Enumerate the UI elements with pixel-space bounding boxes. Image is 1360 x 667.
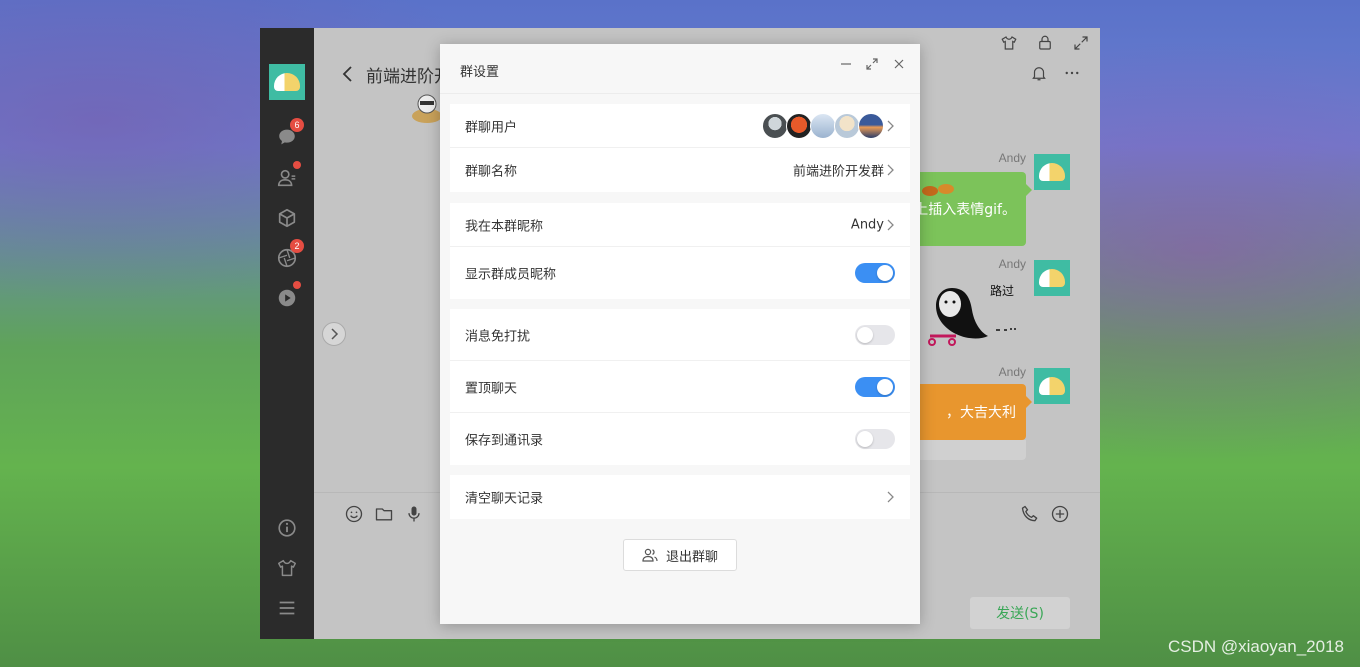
fullscreen-icon[interactable] [1072, 34, 1090, 52]
skin-shirt-icon[interactable] [1000, 34, 1018, 52]
nav-menu[interactable] [274, 595, 300, 621]
chevron-right-icon [887, 164, 894, 176]
dialog-header: 群设置 [440, 44, 920, 94]
chevron-right-icon [887, 491, 894, 503]
settings-group-chat: 消息免打扰 置顶聊天 保存到通讯录 [450, 309, 910, 465]
nav-skin[interactable] [274, 555, 300, 581]
mute-toggle[interactable] [855, 324, 895, 345]
member-avatars[interactable] [762, 112, 884, 139]
emoji-sticker [412, 94, 442, 123]
clear-history-row[interactable]: 清空聊天记录 [450, 475, 910, 519]
minimize-icon[interactable] [840, 58, 852, 70]
hamburger-menu-icon [279, 601, 295, 615]
pin-label: 置顶聊天 [465, 381, 518, 396]
mute-label: 消息免打扰 [465, 329, 531, 344]
nav-moments[interactable]: 2 [274, 239, 304, 271]
sender-avatar[interactable] [1034, 368, 1070, 404]
sender-avatar[interactable] [1034, 154, 1070, 190]
users-icon [642, 548, 658, 562]
maximize-icon[interactable] [866, 58, 878, 70]
shirt-icon [278, 559, 296, 577]
close-icon[interactable] [893, 58, 905, 70]
save-contacts-label: 保存到通讯录 [465, 433, 544, 449]
send-button[interactable]: 发送(S) [970, 597, 1070, 629]
phone-icon[interactable] [1020, 504, 1040, 524]
group-name-row[interactable]: 群聊名称 前端进阶开发群 [450, 148, 910, 192]
contacts-dot [293, 161, 301, 169]
members-row[interactable]: 群聊用户 [450, 104, 910, 148]
expand-sidebar-button[interactable] [322, 322, 346, 346]
back-arrow-icon[interactable] [340, 64, 354, 84]
sticker-caption: 路过 [989, 284, 1014, 298]
show-nicknames-label: 显示群成员昵称 [465, 267, 557, 283]
folder-icon[interactable] [374, 504, 394, 524]
nav-about[interactable] [274, 515, 300, 541]
emoji-icon[interactable] [344, 504, 364, 524]
chevron-right-icon [331, 328, 339, 340]
sidebar-nav: 6 2 [260, 28, 314, 639]
mute-row: 消息免打扰 [450, 309, 910, 361]
member-avatar[interactable] [858, 112, 884, 139]
nav-chat[interactable]: 6 [274, 118, 304, 150]
chat-title: 前端进阶开 [366, 67, 451, 87]
watermark: CSDN @xiaoyan_2018 [1167, 637, 1344, 656]
group-settings-dialog: 群设置 群聊用户 群聊名称 前端进阶开发群 我在本群昵称 Andy 显示群成员昵… [440, 44, 920, 624]
group-name-label: 群聊名称 [465, 164, 518, 180]
my-nickname-value: Andy [850, 217, 884, 232]
info-icon [278, 519, 296, 537]
more-dots-icon[interactable] [1062, 64, 1082, 82]
chat-unread-badge: 6 [290, 118, 304, 132]
message-sender: Andy [998, 151, 1026, 165]
nav-channels[interactable] [274, 281, 301, 311]
my-nickname-row[interactable]: 我在本群昵称 Andy [450, 203, 910, 247]
bell-icon[interactable] [1030, 64, 1048, 82]
chevron-right-icon [887, 219, 894, 230]
settings-group-info: 群聊用户 群聊名称 前端进阶开发群 [450, 104, 910, 192]
play-circle-icon [278, 289, 296, 307]
dialog-title: 群设置 [460, 65, 500, 80]
lock-icon[interactable] [1036, 34, 1054, 52]
group-name-value: 前端进阶开发群 [792, 164, 884, 180]
settings-group-history: 清空聊天记录 [450, 475, 910, 519]
message-sender: Andy [998, 365, 1026, 379]
message-text: 上插入表情gif。 [914, 202, 1016, 218]
chevron-right-icon [887, 120, 894, 131]
message-sender: Andy [998, 257, 1026, 271]
moments-badge: 2 [290, 239, 304, 253]
microphone-icon[interactable] [404, 504, 424, 524]
my-nickname-label: 我在本群昵称 [465, 219, 544, 234]
exit-group-label: 退出群聊 [665, 549, 718, 565]
sender-avatar[interactable] [1034, 260, 1070, 296]
contacts-icon [277, 169, 296, 187]
member-avatar[interactable] [786, 112, 812, 139]
show-nicknames-row: 显示群成员昵称 [450, 247, 910, 299]
save-contacts-toggle[interactable] [855, 429, 895, 449]
member-avatar[interactable] [834, 112, 860, 139]
add-circle-icon[interactable] [1050, 504, 1070, 524]
pin-toggle[interactable] [855, 376, 895, 397]
message-text: ，大吉大利 [946, 405, 1016, 421]
save-contacts-row: 保存到通讯录 [450, 413, 910, 465]
gif-sticker [922, 184, 954, 196]
show-nicknames-toggle[interactable] [855, 263, 895, 283]
exit-group-button[interactable]: 退出群聊 [623, 539, 737, 571]
pin-row: 置顶聊天 [450, 361, 910, 413]
my-avatar[interactable] [269, 64, 305, 100]
member-avatar[interactable] [762, 112, 788, 139]
clear-history-label: 清空聊天记录 [465, 491, 544, 507]
nav-collections[interactable] [274, 205, 300, 231]
member-avatar[interactable] [810, 112, 836, 139]
channels-dot [293, 281, 301, 289]
settings-group-nickname: 我在本群昵称 Andy 显示群成员昵称 [450, 203, 910, 299]
members-label: 群聊用户 [465, 120, 518, 135]
cube-icon [278, 208, 296, 228]
nav-contacts[interactable] [274, 161, 301, 191]
